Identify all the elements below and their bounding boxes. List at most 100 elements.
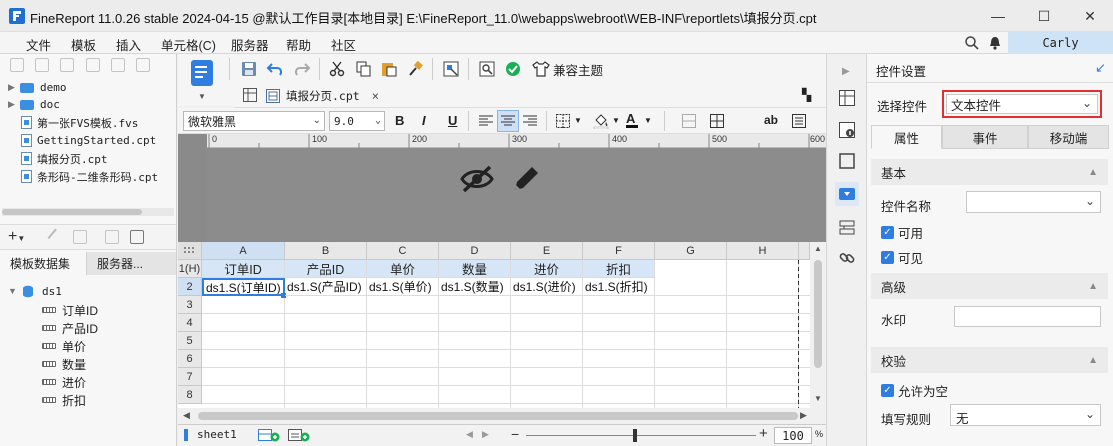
menu-cell[interactable]: 单元格(C) <box>161 35 216 54</box>
horizontal-scrollbar[interactable]: ◀ ▶ <box>178 408 826 424</box>
sheet-prev-icon[interactable]: ◀ <box>466 429 473 440</box>
font-color-icon[interactable]: A <box>626 111 638 128</box>
rule-select[interactable]: 无 ⌄ <box>950 404 1101 426</box>
expand-arrow-icon[interactable]: ▶ <box>8 99 18 110</box>
sheet-tab[interactable]: sheet1 <box>197 428 237 441</box>
scroll-right-icon[interactable]: ▶ <box>800 410 807 421</box>
col-header-g[interactable]: G <box>655 242 727 260</box>
cell-a2[interactable]: ds1.S(订单ID) <box>202 278 285 296</box>
maximize-button[interactable]: ☐ <box>1021 0 1067 32</box>
section-advanced[interactable]: 高级 ▲ <box>871 273 1108 299</box>
visible-checkbox[interactable]: ✓ 可见 <box>881 248 923 267</box>
tree-item-demo[interactable]: ▶ demo <box>8 79 67 96</box>
col-header-more[interactable] <box>799 242 810 260</box>
col-header-d[interactable]: D <box>439 242 511 260</box>
cell-d2[interactable]: ds1.S(数量) <box>439 278 511 296</box>
add-sheet-icon[interactable] <box>258 428 280 442</box>
hyperlink-icon[interactable] <box>839 250 855 266</box>
spreadsheet-grid[interactable]: A B C D E F G H 1(H) 2 3 4 5 6 7 8 订单ID … <box>178 242 826 408</box>
font-size-select[interactable]: 9.0 ⌄ <box>329 111 385 131</box>
dock-arrow-icon[interactable]: ↙ <box>1095 60 1106 76</box>
row-header-5[interactable]: 5 <box>178 332 202 350</box>
col-header-h[interactable]: H <box>727 242 799 260</box>
frame-icon[interactable] <box>839 153 855 169</box>
check-icon[interactable] <box>502 58 524 80</box>
col-header-c[interactable]: C <box>367 242 439 260</box>
cell-e2[interactable]: ds1.S(进价) <box>511 278 583 296</box>
widget-settings-tab[interactable] <box>835 182 859 206</box>
undo-icon[interactable] <box>264 58 286 80</box>
delete-icon[interactable] <box>73 230 87 244</box>
tree-item-fvs[interactable]: 第一张FVS模板.fvs <box>8 114 138 131</box>
enabled-checkbox[interactable]: ✓ 可用 <box>881 223 923 242</box>
save-icon[interactable] <box>238 58 260 80</box>
cell-c2[interactable]: ds1.S(单价) <box>367 278 439 296</box>
cell-element-icon[interactable] <box>839 122 855 138</box>
template-type-button[interactable]: ▼ <box>180 56 222 104</box>
search-icon[interactable] <box>964 35 980 51</box>
preview-icon[interactable] <box>105 230 119 244</box>
chevron-down-icon[interactable]: ▼ <box>612 116 620 125</box>
field-product-id[interactable]: 产品ID <box>42 319 98 337</box>
zoom-out-button[interactable]: − <box>511 426 519 442</box>
style-icon[interactable] <box>788 110 810 132</box>
condition-attr-icon[interactable] <box>839 220 855 236</box>
menu-server[interactable]: 服务器 <box>231 35 269 54</box>
menu-insert[interactable]: 插入 <box>116 35 141 54</box>
cell-b2[interactable]: ds1.S(产品ID) <box>285 278 367 296</box>
sheet-next-icon[interactable]: ▶ <box>482 429 489 440</box>
add-icon[interactable]: +▼ <box>8 228 25 246</box>
tab-events[interactable]: 事件 <box>942 125 1028 149</box>
theme-label[interactable]: 兼容主题 <box>553 60 603 79</box>
cell-b1[interactable]: 产品ID <box>285 260 367 278</box>
italic-button[interactable]: I <box>422 113 426 128</box>
zoom-slider-track[interactable] <box>526 435 756 436</box>
tree-item-doc[interactable]: ▶ doc <box>8 96 60 113</box>
expand-arrow-icon[interactable]: ▼ <box>8 286 18 296</box>
tab-server-dataset[interactable]: 服务器... <box>86 252 176 275</box>
tree-item-barcode[interactable]: 条形码-二维条形码.cpt <box>8 168 158 185</box>
field-discount[interactable]: 折扣 <box>42 391 86 409</box>
cell-f2[interactable]: ds1.S(折扣) <box>583 278 655 296</box>
chevron-down-icon[interactable]: ▼ <box>574 116 582 125</box>
open-icon[interactable] <box>35 58 49 72</box>
section-validate[interactable]: 校验 ▲ <box>871 347 1108 373</box>
cell-e1[interactable]: 进价 <box>511 260 583 278</box>
add-form-sheet-icon[interactable] <box>288 428 310 442</box>
bold-button[interactable]: B <box>395 113 404 128</box>
pencil-icon[interactable] <box>511 164 541 194</box>
select-all-corner[interactable] <box>178 242 202 260</box>
split-cells-icon[interactable] <box>706 110 728 132</box>
redo-icon[interactable] <box>291 58 313 80</box>
field-price[interactable]: 单价 <box>42 337 86 355</box>
col-header-b[interactable]: B <box>285 242 367 260</box>
chevron-down-icon[interactable]: ▼ <box>644 116 652 125</box>
section-basic[interactable]: 基本 ▲ <box>871 159 1108 185</box>
menu-community[interactable]: 社区 <box>331 35 356 54</box>
zoom-in-button[interactable]: + <box>759 425 768 442</box>
col-header-a[interactable]: A <box>202 242 285 260</box>
bell-icon[interactable] <box>988 35 1002 51</box>
chevron-up-icon[interactable]: ▲ <box>1088 355 1098 366</box>
delete-icon[interactable] <box>111 58 125 72</box>
text-format-button[interactable]: ab <box>764 113 778 127</box>
field-order-id[interactable]: 订单ID <box>42 301 98 319</box>
fill-color-icon[interactable] <box>590 110 612 132</box>
widget-name-input[interactable]: ⌄ <box>966 191 1101 213</box>
row-header-2[interactable]: 2 <box>178 278 202 296</box>
connection-icon[interactable] <box>130 230 144 244</box>
format-painter-icon[interactable] <box>405 58 427 80</box>
cell-attr-icon[interactable] <box>839 90 855 106</box>
expand-arrow-icon[interactable]: ▶ <box>8 82 18 93</box>
watermark-input[interactable] <box>954 306 1101 327</box>
minimize-button[interactable]: — <box>975 0 1021 32</box>
close-button[interactable]: ✕ <box>1067 0 1113 32</box>
underline-button[interactable]: U <box>448 113 457 128</box>
edit-icon[interactable] <box>47 228 65 246</box>
report-grid-icon[interactable] <box>243 88 257 102</box>
preview-search-icon[interactable] <box>476 58 498 80</box>
zoom-input[interactable]: 100 <box>774 427 812 444</box>
new-folder-icon[interactable] <box>10 58 24 72</box>
row-header-6[interactable]: 6 <box>178 350 202 368</box>
menu-file[interactable]: 文件 <box>26 35 51 54</box>
